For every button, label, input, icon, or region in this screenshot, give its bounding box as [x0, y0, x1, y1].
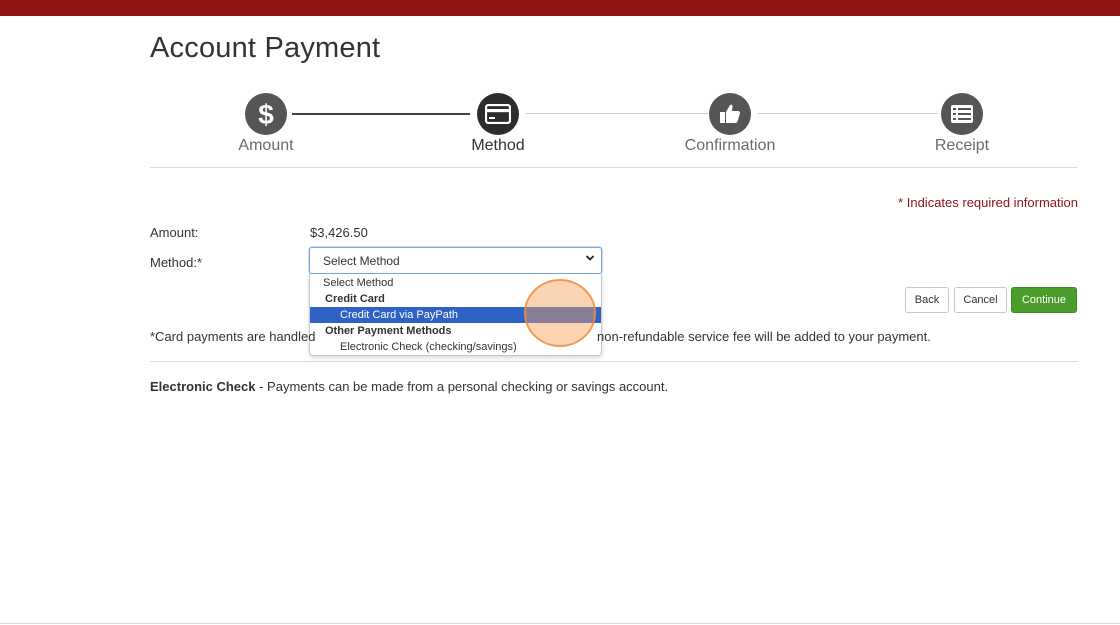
step-label: Amount — [238, 137, 294, 154]
amount-label: Amount: — [150, 225, 199, 240]
cancel-button[interactable]: Cancel — [954, 287, 1007, 313]
chevron-down-icon — [585, 255, 595, 261]
step-confirmation: Confirmation — [660, 93, 800, 155]
thumbs-up-icon — [709, 93, 751, 135]
step-label: Receipt — [934, 137, 990, 154]
step-receipt: Receipt — [892, 93, 1032, 155]
list-icon — [941, 93, 983, 135]
dollar-icon: $ — [245, 93, 287, 135]
bottom-border — [0, 623, 1120, 624]
click-indicator — [524, 279, 596, 347]
svg-text:$: $ — [258, 99, 274, 129]
method-label: Method:* — [150, 255, 203, 270]
required-note: * Indicates required information — [898, 195, 1078, 210]
step-amount: $ Amount — [196, 93, 336, 155]
header-bar — [0, 0, 1120, 16]
step-label: Confirmation — [684, 137, 776, 154]
step-method: Method — [428, 93, 568, 155]
electronic-check-title: Electronic Check — [150, 379, 256, 394]
electronic-check-description: Electronic Check - Payments can be made … — [150, 379, 668, 394]
method-select-value: Select Method — [323, 254, 400, 268]
method-select[interactable]: Select Method — [309, 247, 602, 274]
divider — [150, 167, 1078, 168]
step-label: Method — [471, 137, 525, 154]
divider — [150, 361, 1078, 362]
electronic-check-text: - Payments can be made from a personal c… — [255, 379, 669, 394]
amount-value: $3,426.50 — [310, 225, 368, 240]
continue-button[interactable]: Continue — [1011, 287, 1077, 313]
back-button[interactable]: Back — [905, 287, 949, 313]
credit-card-icon — [477, 93, 519, 135]
card-fee-note-start: *Card payments are handled — [150, 329, 316, 344]
page-title: Account Payment — [150, 32, 381, 64]
card-fee-note-end: non-refundable service fee will be added… — [597, 329, 931, 344]
